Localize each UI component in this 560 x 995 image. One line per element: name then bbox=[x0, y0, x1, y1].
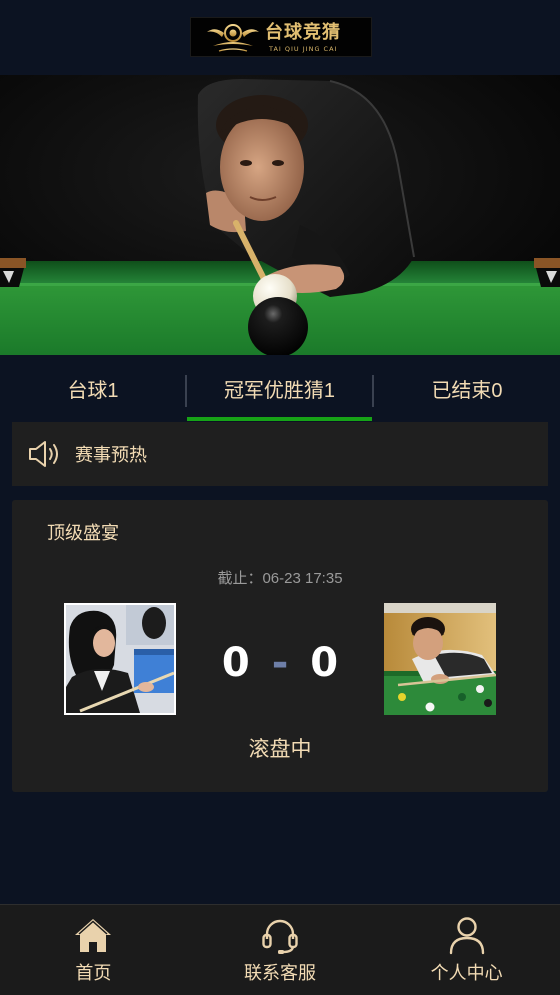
nav-home[interactable]: 首页 bbox=[0, 905, 187, 995]
tab-label: 冠军优胜猜1 bbox=[223, 380, 336, 402]
away-player-image[interactable] bbox=[384, 603, 496, 715]
tab-billiards[interactable]: 台球1 bbox=[0, 355, 186, 422]
app-header: 台球竞猜 TAI QIU JING CAI bbox=[0, 0, 560, 75]
deadline-label: 截止： bbox=[217, 570, 263, 587]
nav-label: 个人中心 bbox=[430, 963, 503, 983]
score-separator: - bbox=[271, 640, 289, 686]
tab-label: 台球1 bbox=[67, 380, 119, 402]
nav-label: 联系客服 bbox=[244, 963, 316, 983]
banner-image bbox=[0, 75, 560, 355]
match-status[interactable]: 滚盘中 bbox=[12, 737, 548, 763]
nav-label: 首页 bbox=[75, 963, 112, 983]
logo-subtitle: TAI QIU JING CAI bbox=[269, 45, 338, 53]
logo-title: 台球竞猜 bbox=[265, 22, 341, 43]
home-icon bbox=[75, 919, 112, 952]
deadline-time: 06-23 17:35 bbox=[262, 570, 343, 587]
nav-profile[interactable]: 个人中心 bbox=[373, 905, 560, 995]
nav-customer-service[interactable]: 联系客服 bbox=[187, 905, 374, 995]
banner-carousel[interactable] bbox=[0, 75, 560, 355]
notice-bar[interactable]: 赛事预热 bbox=[12, 422, 548, 486]
tab-label: 已结束0 bbox=[431, 380, 503, 402]
headset-icon bbox=[262, 919, 298, 954]
snooker-player-photo bbox=[384, 603, 496, 715]
match-title: 顶级盛宴 bbox=[47, 523, 119, 543]
black-ball bbox=[248, 297, 308, 355]
tab-finished[interactable]: 已结束0 bbox=[374, 355, 560, 422]
bottom-navigation: 首页 联系客服 个人中心 bbox=[0, 904, 560, 995]
home-score: 0 bbox=[221, 640, 250, 686]
match-deadline: 截止：06-23 17:35 bbox=[12, 569, 548, 589]
app-logo[interactable]: 台球竞猜 TAI QIU JING CAI bbox=[190, 17, 372, 57]
logo-emblem-icon bbox=[207, 24, 259, 52]
speaker-icon bbox=[29, 441, 58, 467]
user-icon bbox=[449, 917, 484, 955]
tab-champion-guess[interactable]: 冠军优胜猜1 bbox=[187, 355, 372, 422]
notice-text: 赛事预热 bbox=[75, 445, 147, 465]
category-tab-bar: 台球1 冠军优胜猜1 已结束0 bbox=[0, 355, 560, 422]
away-score: 0 bbox=[310, 640, 339, 686]
match-card[interactable]: 顶级盛宴 截止：06-23 17:35 0 - 0 滚盘中 bbox=[12, 500, 548, 792]
